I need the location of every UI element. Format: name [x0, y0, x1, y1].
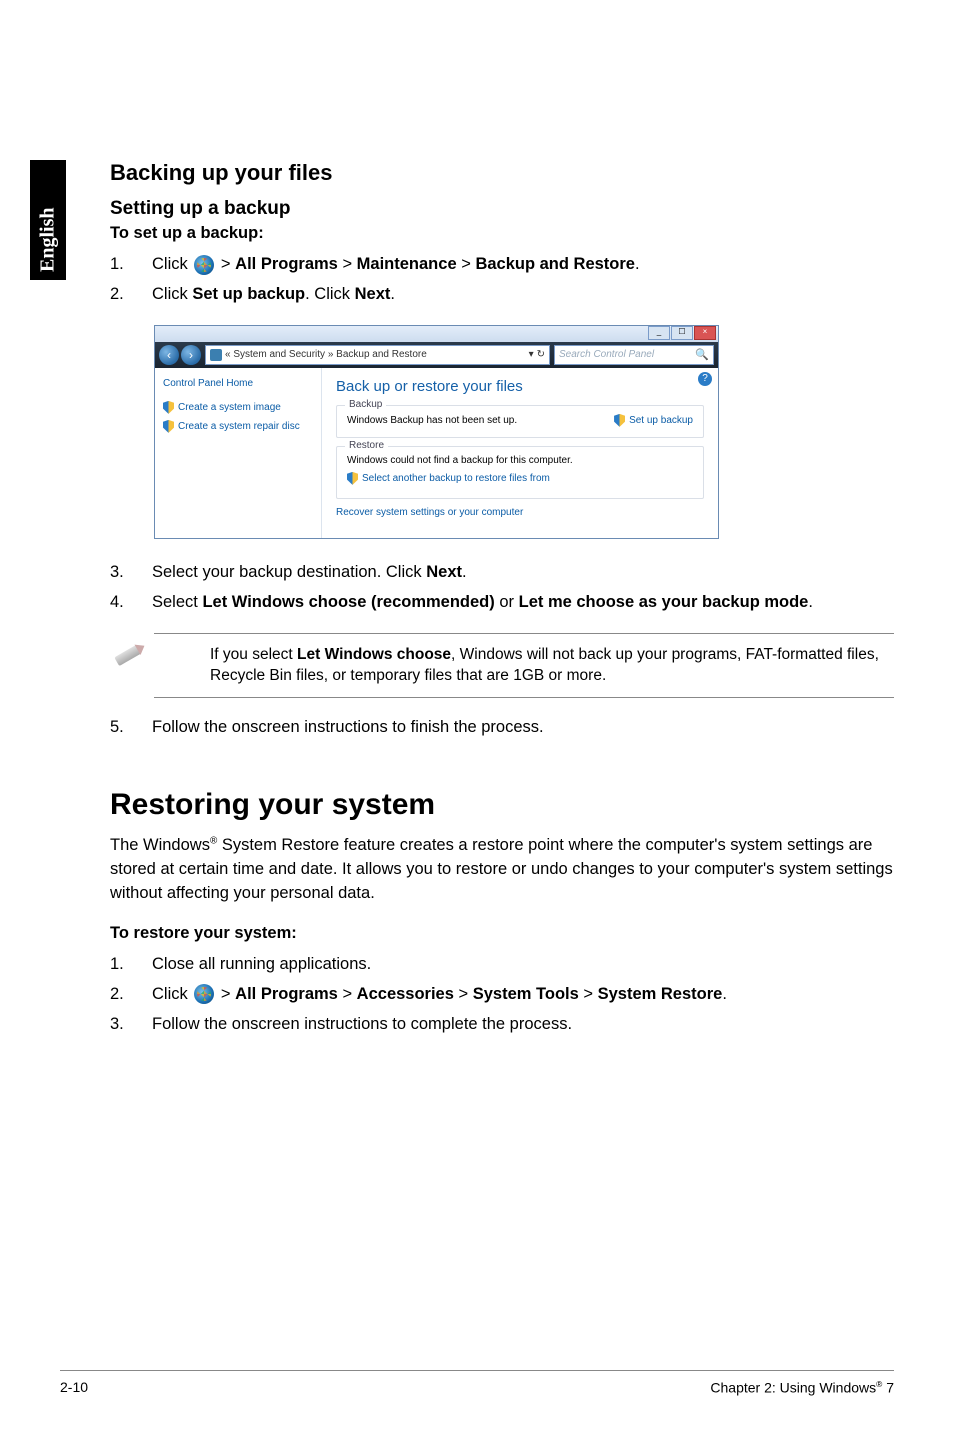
- restore-steps-list: 1. Close all running applications. 2. Cl…: [110, 953, 894, 1037]
- step-1: 1. Click > All Programs > Maintenance > …: [110, 253, 894, 277]
- close-button[interactable]: ×: [694, 326, 716, 340]
- sidebar: Control Panel Home Create a system image…: [155, 368, 322, 538]
- chapter-label: Chapter 2: Using Windows® 7: [710, 1379, 894, 1396]
- restore-step-2: 2. Click > All Programs > Accessories > …: [110, 983, 894, 1007]
- shield-icon: [163, 420, 174, 433]
- step-5: 5. Follow the onscreen instructions to f…: [110, 716, 894, 740]
- backup-legend: Backup: [345, 399, 386, 410]
- search-placeholder: Search Control Panel: [559, 349, 654, 360]
- main-heading: Back up or restore your files: [336, 378, 704, 395]
- restore-legend: Restore: [345, 440, 388, 451]
- restoring-heading: Restoring your system: [110, 788, 894, 822]
- step-number: 1.: [110, 953, 152, 977]
- restore-status-text: Windows could not find a backup for this…: [347, 455, 693, 466]
- step-number: 3.: [110, 561, 152, 585]
- backup-restore-screenshot: _ ☐ × ‹ › « System and Security » Backup…: [154, 325, 719, 539]
- backup-steps-final: 5. Follow the onscreen instructions to f…: [110, 716, 894, 740]
- breadcrumb-dropdown-icon[interactable]: ▾: [529, 349, 534, 360]
- backup-group: Backup Windows Backup has not been set u…: [336, 405, 704, 438]
- page-number: 2-10: [60, 1379, 88, 1396]
- restore-group: Restore Windows could not find a backup …: [336, 446, 704, 499]
- window-titlebar: _ ☐ ×: [155, 326, 718, 342]
- start-icon: [194, 255, 214, 275]
- window-navbar: ‹ › « System and Security » Backup and R…: [155, 342, 718, 368]
- start-icon: [194, 984, 214, 1004]
- step-number: 2.: [110, 283, 152, 307]
- instruction-lead-restore: To restore your system:: [110, 924, 894, 943]
- nav-forward-button[interactable]: ›: [181, 345, 201, 365]
- step-4: 4. Select Let Windows choose (recommende…: [110, 591, 894, 615]
- window-frame: _ ☐ × ‹ › « System and Security » Backup…: [154, 325, 719, 539]
- refresh-icon[interactable]: ↻: [537, 349, 545, 360]
- main-panel: ? Back up or restore your files Backup W…: [322, 368, 718, 538]
- backup-steps-list: 1. Click > All Programs > Maintenance > …: [110, 253, 894, 307]
- page-footer: 2-10 Chapter 2: Using Windows® 7: [60, 1370, 894, 1396]
- step-3: 3. Select your backup destination. Click…: [110, 561, 894, 585]
- step-number: 4.: [110, 591, 152, 615]
- help-icon[interactable]: ?: [698, 372, 712, 386]
- nav-back-button[interactable]: ‹: [159, 345, 179, 365]
- sidebar-home-link[interactable]: Control Panel Home: [163, 378, 313, 389]
- instruction-lead-backup: To set up a backup:: [110, 224, 894, 243]
- setup-backup-link[interactable]: Set up backup: [614, 414, 693, 427]
- shield-icon: [347, 472, 358, 485]
- shield-icon: [614, 414, 625, 427]
- section-title: Backing up your files: [110, 160, 894, 186]
- backup-status-text: Windows Backup has not been set up.: [347, 415, 517, 426]
- step-number: 5.: [110, 716, 152, 740]
- breadcrumb-text: « System and Security » Backup and Resto…: [225, 349, 427, 360]
- recover-system-link[interactable]: Recover system settings or your computer: [336, 507, 704, 518]
- search-input[interactable]: Search Control Panel 🔍: [554, 345, 714, 365]
- shield-icon: [163, 401, 174, 414]
- maximize-button[interactable]: ☐: [671, 326, 693, 340]
- search-icon[interactable]: 🔍: [695, 348, 709, 361]
- step-number: 3.: [110, 1013, 152, 1037]
- subsection-title: Setting up a backup: [110, 198, 894, 220]
- note-pencil-icon: [110, 638, 154, 682]
- restore-step-3: 3. Follow the onscreen instructions to c…: [110, 1013, 894, 1037]
- step-2: 2. Click Set up backup. Click Next.: [110, 283, 894, 307]
- select-another-backup-link[interactable]: Select another backup to restore files f…: [347, 472, 693, 485]
- control-panel-icon: [210, 349, 222, 361]
- note-box: If you select Let Windows choose, Window…: [154, 633, 894, 698]
- language-tab: English: [30, 160, 66, 280]
- restore-intro: The Windows® System Restore feature crea…: [110, 834, 894, 906]
- breadcrumb[interactable]: « System and Security » Backup and Resto…: [205, 345, 550, 365]
- sidebar-create-image[interactable]: Create a system image: [163, 401, 313, 414]
- backup-steps-continued: 3. Select your backup destination. Click…: [110, 561, 894, 615]
- sidebar-create-disc[interactable]: Create a system repair disc: [163, 420, 313, 433]
- minimize-button[interactable]: _: [648, 326, 670, 340]
- step-number: 1.: [110, 253, 152, 277]
- step-number: 2.: [110, 983, 152, 1007]
- restore-step-1: 1. Close all running applications.: [110, 953, 894, 977]
